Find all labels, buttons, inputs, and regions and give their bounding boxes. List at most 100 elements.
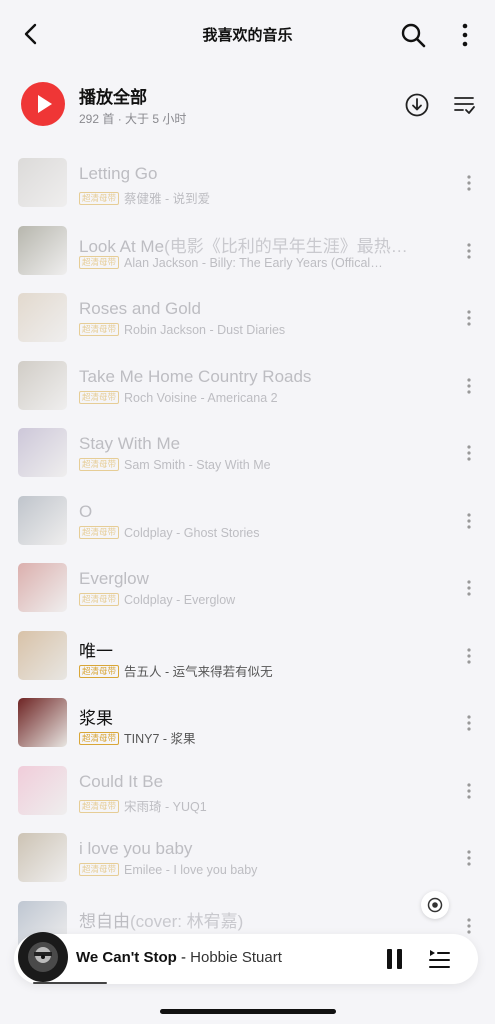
song-title: 唯一 [79, 637, 431, 662]
song-title: Roses and Gold [79, 299, 431, 319]
song-more-icon[interactable] [463, 782, 475, 800]
artist-album: Coldplay - Everglow [124, 593, 236, 607]
now-playing-artist: Hobbie Stuart [190, 949, 282, 966]
song-row[interactable]: Everglow 超清母带 Coldplay - Everglow [0, 553, 495, 620]
song-row[interactable]: Could It Be 超清母带 宋雨琦 - YUQ1 [0, 756, 495, 823]
more-vertical-icon[interactable] [455, 21, 475, 49]
album-cover [18, 563, 67, 612]
now-playing-text[interactable]: We Can't Stop - Hobbie Stuart [76, 949, 282, 966]
artist-album: Roch Voisine - Americana 2 [124, 390, 278, 405]
quality-badge: 超清母带 [79, 390, 120, 404]
quality-badge: 超清母带 [79, 863, 120, 877]
song-title-text: Letting Go [79, 164, 158, 183]
song-title: Everglow [79, 569, 431, 589]
song-row[interactable]: Stay With Me 超清母带 Sam Smith - Stay With Me [0, 418, 495, 485]
playlist-queue-icon[interactable] [427, 947, 451, 971]
quality-badge: 超清母带 [79, 593, 120, 607]
song-title: i love you baby [79, 839, 431, 859]
play-all-bar: 播放全部 292 首 · 大于 5 小时 [0, 80, 495, 130]
song-title: 浆果 [79, 704, 431, 729]
playback-progress [33, 982, 107, 984]
locate-current-button[interactable] [421, 891, 449, 919]
song-title: Could It Be [79, 772, 431, 792]
song-row[interactable]: 浆果超清母带 TINY7 - 浆果 [0, 688, 495, 755]
song-meta: 超清母带 Sam Smith - Stay With Me [79, 458, 431, 472]
song-row[interactable]: Look At Me(电影《比利的早年生涯》最热… 超清母带 Alan Jackso… [0, 216, 495, 283]
song-count-duration: 292 首 · 大于 5 小时 [79, 112, 187, 126]
song-row[interactable]: 唯一 超清母带 告五人 - 运气来得若有似无 [0, 621, 495, 688]
song-more-icon[interactable] [463, 647, 475, 665]
now-playing-song: We Can't Stop [76, 949, 177, 966]
target-icon [427, 897, 443, 913]
album-cover [18, 765, 67, 815]
song-title-text: i love you baby [79, 839, 193, 858]
quality-badge: 超清母带 [79, 255, 120, 269]
song-more-icon[interactable] [463, 242, 475, 260]
download-icon[interactable] [404, 92, 430, 118]
song-more-icon[interactable] [463, 917, 475, 935]
song-more-icon[interactable] [463, 714, 475, 732]
song-row[interactable]: O 超清母带 Coldplay - Ghost Stories [0, 486, 495, 553]
play-all-label[interactable]: 播放全部 [79, 83, 147, 108]
song-row[interactable]: i love you baby 超清母带 Emilee - I love you b… [0, 823, 495, 890]
search-icon[interactable] [399, 21, 427, 49]
song-more-icon[interactable] [463, 579, 475, 597]
multi-select-icon[interactable] [452, 94, 476, 116]
song-meta: 超清母带 Coldplay - Ghost Stories [79, 526, 431, 540]
artist-album: Emilee - I love you baby [124, 863, 258, 877]
home-indicator [160, 1009, 336, 1014]
album-cover [18, 158, 67, 207]
song-title: Letting Go [79, 164, 431, 184]
play-all-button[interactable] [21, 82, 65, 126]
song-meta: 超清母带 Roch Voisine - Americana 2 [79, 391, 431, 405]
song-title-extra: (电影《比利的早年生涯》最热… [164, 236, 408, 256]
play-icon [38, 95, 52, 113]
song-more-icon[interactable] [463, 512, 475, 530]
quality-badge: 超清母带 [79, 664, 120, 678]
song-more-icon[interactable] [463, 174, 475, 192]
quality-badge: 超清母带 [79, 732, 120, 746]
artist-album: TINY7 - 浆果 [124, 732, 196, 746]
song-more-icon[interactable] [463, 309, 475, 327]
quality-badge: 超清母带 [79, 458, 120, 472]
song-meta: 超清母带 宋雨琦 - YUQ1 [79, 796, 431, 815]
top-bar: 我喜欢的音乐 [0, 0, 495, 70]
album-cover [18, 428, 67, 477]
album-cover [18, 225, 67, 275]
song-meta: 超清母带 告五人 - 运气来得若有似无 [79, 661, 431, 680]
song-title: O [79, 502, 431, 522]
song-title-text: Stay With Me [79, 434, 181, 453]
song-title-text: Roses and Gold [79, 299, 201, 318]
song-row[interactable]: Letting Go 超清母带 蔡健雅 - 说到爱 [0, 148, 495, 215]
song-meta: 超清母带 Coldplay - Everglow [79, 593, 431, 607]
artist-album: 宋雨琦 - YUQ1 [124, 799, 207, 814]
now-playing-separator: - [176, 949, 191, 966]
song-title-text: 唯一 [79, 641, 113, 661]
song-title-text: Look At Me [79, 236, 165, 256]
song-meta: 超清母带 Alan Jackson - Billy: The Early Year… [79, 256, 431, 270]
artist-album: Robin Jackson - Dust Diaries [124, 323, 286, 337]
now-playing-cover[interactable] [18, 932, 68, 982]
song-meta: 超清母带 蔡健雅 - 说到爱 [79, 188, 431, 207]
mini-player[interactable]: We Can't Stop - Hobbie Stuart [14, 932, 478, 984]
quality-badge: 超清母带 [79, 525, 120, 539]
song-more-icon[interactable] [463, 849, 475, 867]
pause-icon[interactable] [385, 948, 405, 970]
album-cover [18, 293, 67, 342]
artist-album: 告五人 - 运气来得若有似无 [124, 664, 273, 679]
artist-album: Sam Smith - Stay With Me [124, 458, 271, 472]
song-title-text: Everglow [79, 569, 149, 588]
album-cover [18, 833, 67, 882]
album-cover [18, 360, 67, 410]
song-row[interactable]: Take Me Home Country Roads 超清母带 Roch Voisi… [0, 351, 495, 418]
album-cover [18, 698, 67, 747]
artist-album: Coldplay - Ghost Stories [124, 525, 260, 540]
artist-album: Alan Jackson - Billy: The Early Years (O… [124, 255, 383, 270]
song-more-icon[interactable] [463, 377, 475, 395]
quality-badge: 超清母带 [79, 799, 120, 813]
song-title: 想自由(cover: 林宥嘉) [79, 907, 431, 932]
song-title-extra: (cover: 林宥嘉) [130, 911, 244, 931]
song-meta: 超清母带 Emilee - I love you baby [79, 863, 431, 877]
song-row[interactable]: Roses and Gold 超清母带 Robin Jackson - Dust D… [0, 283, 495, 350]
song-more-icon[interactable] [463, 444, 475, 462]
